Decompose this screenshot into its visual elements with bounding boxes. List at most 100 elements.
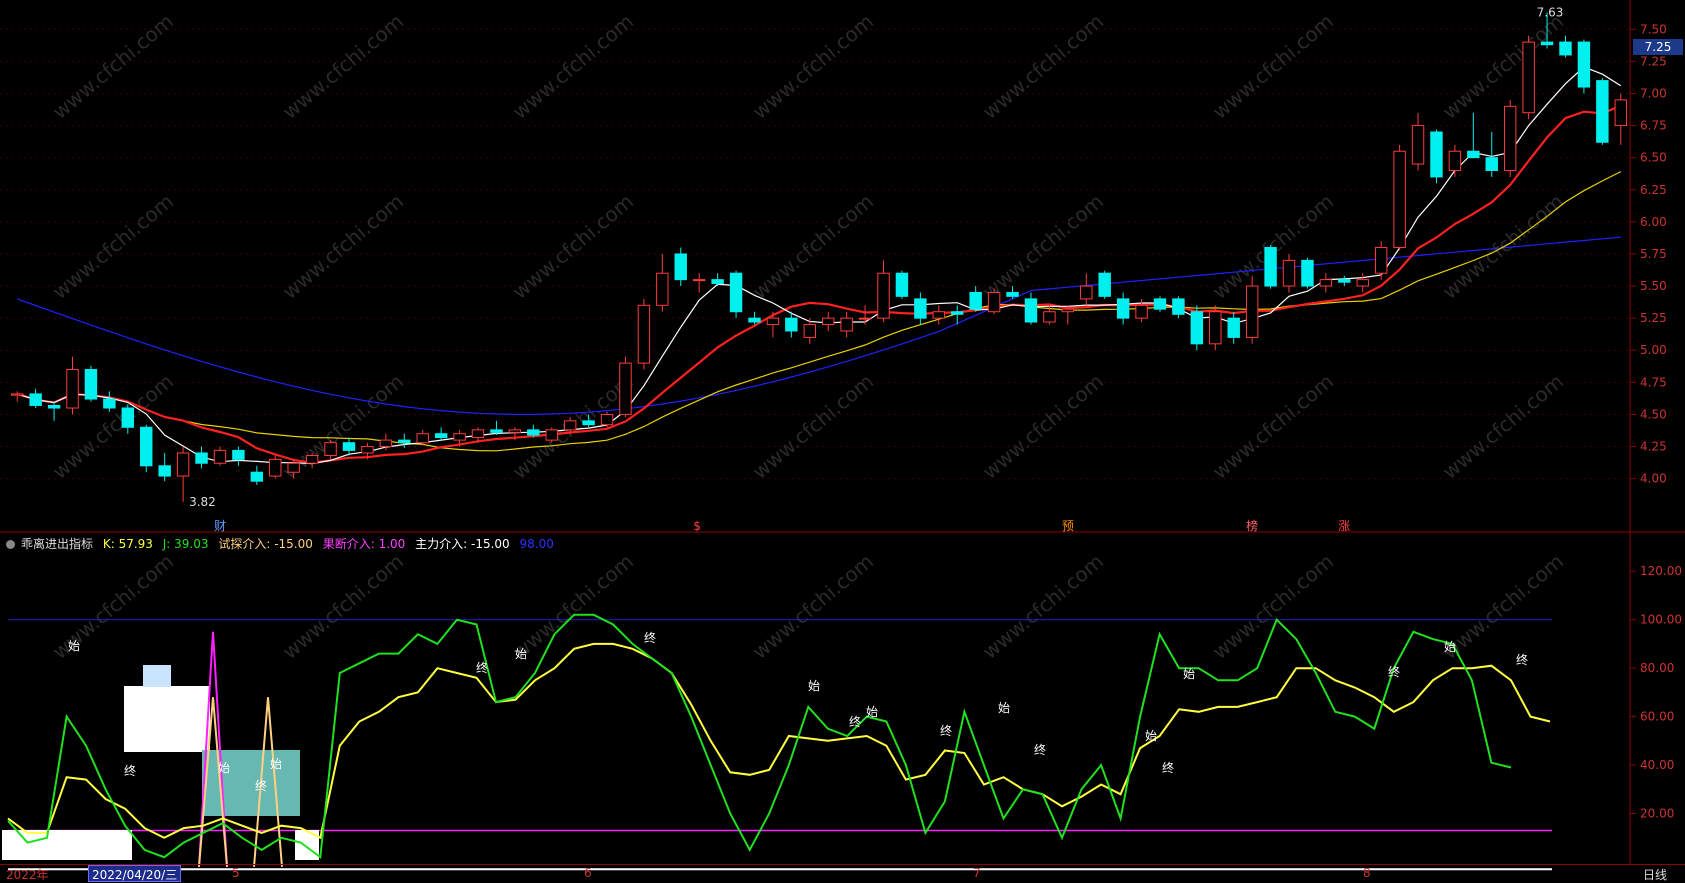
candle-down — [121, 407, 135, 428]
watermark-text: www.cfchi.com — [508, 549, 638, 664]
year-label: 2022年 — [6, 868, 49, 882]
candle-down — [103, 398, 116, 409]
price-tick-label: 6.75 — [1640, 119, 1667, 133]
candle-down — [582, 420, 595, 426]
candle-down — [195, 452, 208, 464]
candle-down — [969, 291, 982, 310]
price-tick-label: 7.00 — [1640, 86, 1667, 100]
watermark-text: www.cfchi.com — [48, 189, 178, 304]
end-mark: 终 — [940, 723, 952, 738]
indicator-settings-icon[interactable] — [6, 540, 15, 549]
start-mark: 始 — [270, 757, 282, 771]
indicator-name[interactable]: 乖离进出指标 — [21, 537, 93, 551]
candle-down — [1172, 298, 1185, 315]
watermark-text: www.cfchi.com — [748, 369, 878, 484]
extra-value: 98.00 — [519, 537, 554, 551]
candle-down — [1338, 279, 1351, 283]
candle-down — [342, 442, 356, 451]
end-mark: 终 — [476, 660, 488, 675]
candle-down — [1227, 317, 1240, 338]
end-mark: 终 — [124, 763, 136, 778]
candle-up — [766, 317, 780, 326]
price-tick-label: 4.75 — [1640, 375, 1667, 389]
candle-up — [361, 446, 374, 454]
candle-up — [66, 369, 79, 409]
price-tick-label: 5.75 — [1640, 247, 1667, 261]
watermark-text: www.cfchi.com — [748, 9, 878, 124]
candle-down — [785, 317, 798, 332]
period-label[interactable]: 日线 — [1643, 866, 1667, 883]
candle-up — [803, 324, 816, 338]
main-value: 主力介入: -15.00 — [415, 537, 510, 551]
start-mark: 始 — [1183, 667, 1195, 681]
watermark-text: www.cfchi.com — [508, 189, 638, 304]
candle-down — [47, 404, 61, 409]
start-mark: 始 — [866, 705, 878, 719]
candle-down — [1153, 298, 1167, 310]
month-label-8: 8 — [1363, 866, 1371, 880]
candle-down — [1264, 247, 1277, 287]
candle-down — [1577, 41, 1591, 88]
candle-up — [822, 317, 835, 326]
end-mark: 终 — [1388, 664, 1400, 679]
high-price-label: 7.63 — [1537, 6, 1564, 20]
price-tick-label: 6.25 — [1640, 183, 1667, 197]
candle-down — [250, 471, 264, 482]
price-tick-label: 7.50 — [1640, 22, 1667, 36]
watermark-text: www.cfchi.com — [1438, 369, 1568, 484]
candle-down — [1301, 259, 1314, 287]
candle-down — [1596, 80, 1609, 143]
candle-down — [895, 272, 909, 297]
candle-down — [140, 426, 153, 467]
price-tick-label: 4.25 — [1640, 440, 1667, 454]
watermark-text: www.cfchi.com — [1438, 549, 1568, 664]
candle-down — [1006, 291, 1019, 297]
end-mark: 终 — [1516, 652, 1528, 667]
candle-up — [545, 429, 558, 441]
watermark-text: www.cfchi.com — [1208, 189, 1338, 304]
selected-date[interactable]: 2022/04/20/三 — [88, 865, 182, 882]
candle-up — [416, 433, 429, 444]
price-tick-label: 4.50 — [1640, 407, 1667, 421]
month-label-6: 6 — [584, 866, 592, 880]
watermark-text: www.cfchi.com — [278, 189, 408, 304]
start-mark: 始 — [218, 761, 230, 775]
candle-down — [398, 439, 411, 444]
event-marker: $ — [693, 519, 701, 533]
stock-chart[interactable]: www.cfchi.com www.cfchi.com www.cfchi.com w… — [0, 0, 1685, 881]
start-mark: 始 — [1145, 729, 1157, 743]
candle-down — [84, 369, 98, 400]
signal-box — [202, 750, 300, 816]
candle-down — [748, 317, 761, 323]
candle-up — [877, 272, 890, 319]
candle-up — [1061, 308, 1075, 313]
watermark-text: www.cfchi.com — [978, 369, 1108, 484]
candle-down — [1540, 41, 1554, 46]
watermark-text: www.cfchi.com — [278, 549, 408, 664]
indicator-tick-label: 120.00 — [1640, 564, 1682, 578]
event-marker: 涨 — [1338, 518, 1350, 533]
signal-block — [143, 665, 171, 687]
start-mark: 始 — [68, 639, 80, 653]
candle-down — [1116, 298, 1130, 319]
indicator-tick-label: 20.00 — [1640, 807, 1674, 821]
candle-up — [1522, 41, 1535, 114]
candle-up — [508, 429, 522, 433]
candle-up — [1080, 285, 1093, 300]
candle-up — [600, 413, 614, 426]
candle-up — [324, 442, 337, 457]
watermark-text: www.cfchi.com — [748, 549, 878, 664]
candle-down — [158, 465, 171, 477]
candle-down — [232, 449, 245, 460]
candle-down — [1430, 131, 1443, 178]
price-tick-label: 7.25 — [1640, 54, 1667, 68]
end-mark: 终 — [255, 778, 267, 793]
time-axis-bar: 2022年 2022/04/20/三 5 6 7 8 日线 — [0, 864, 1685, 882]
candle-down — [434, 433, 448, 439]
candle-down — [711, 279, 724, 284]
candle-up — [932, 311, 946, 319]
candle-down — [29, 393, 42, 406]
watermark-text: www.cfchi.com — [1438, 9, 1568, 124]
candle-up — [1448, 150, 1462, 171]
candle-down — [490, 429, 503, 433]
